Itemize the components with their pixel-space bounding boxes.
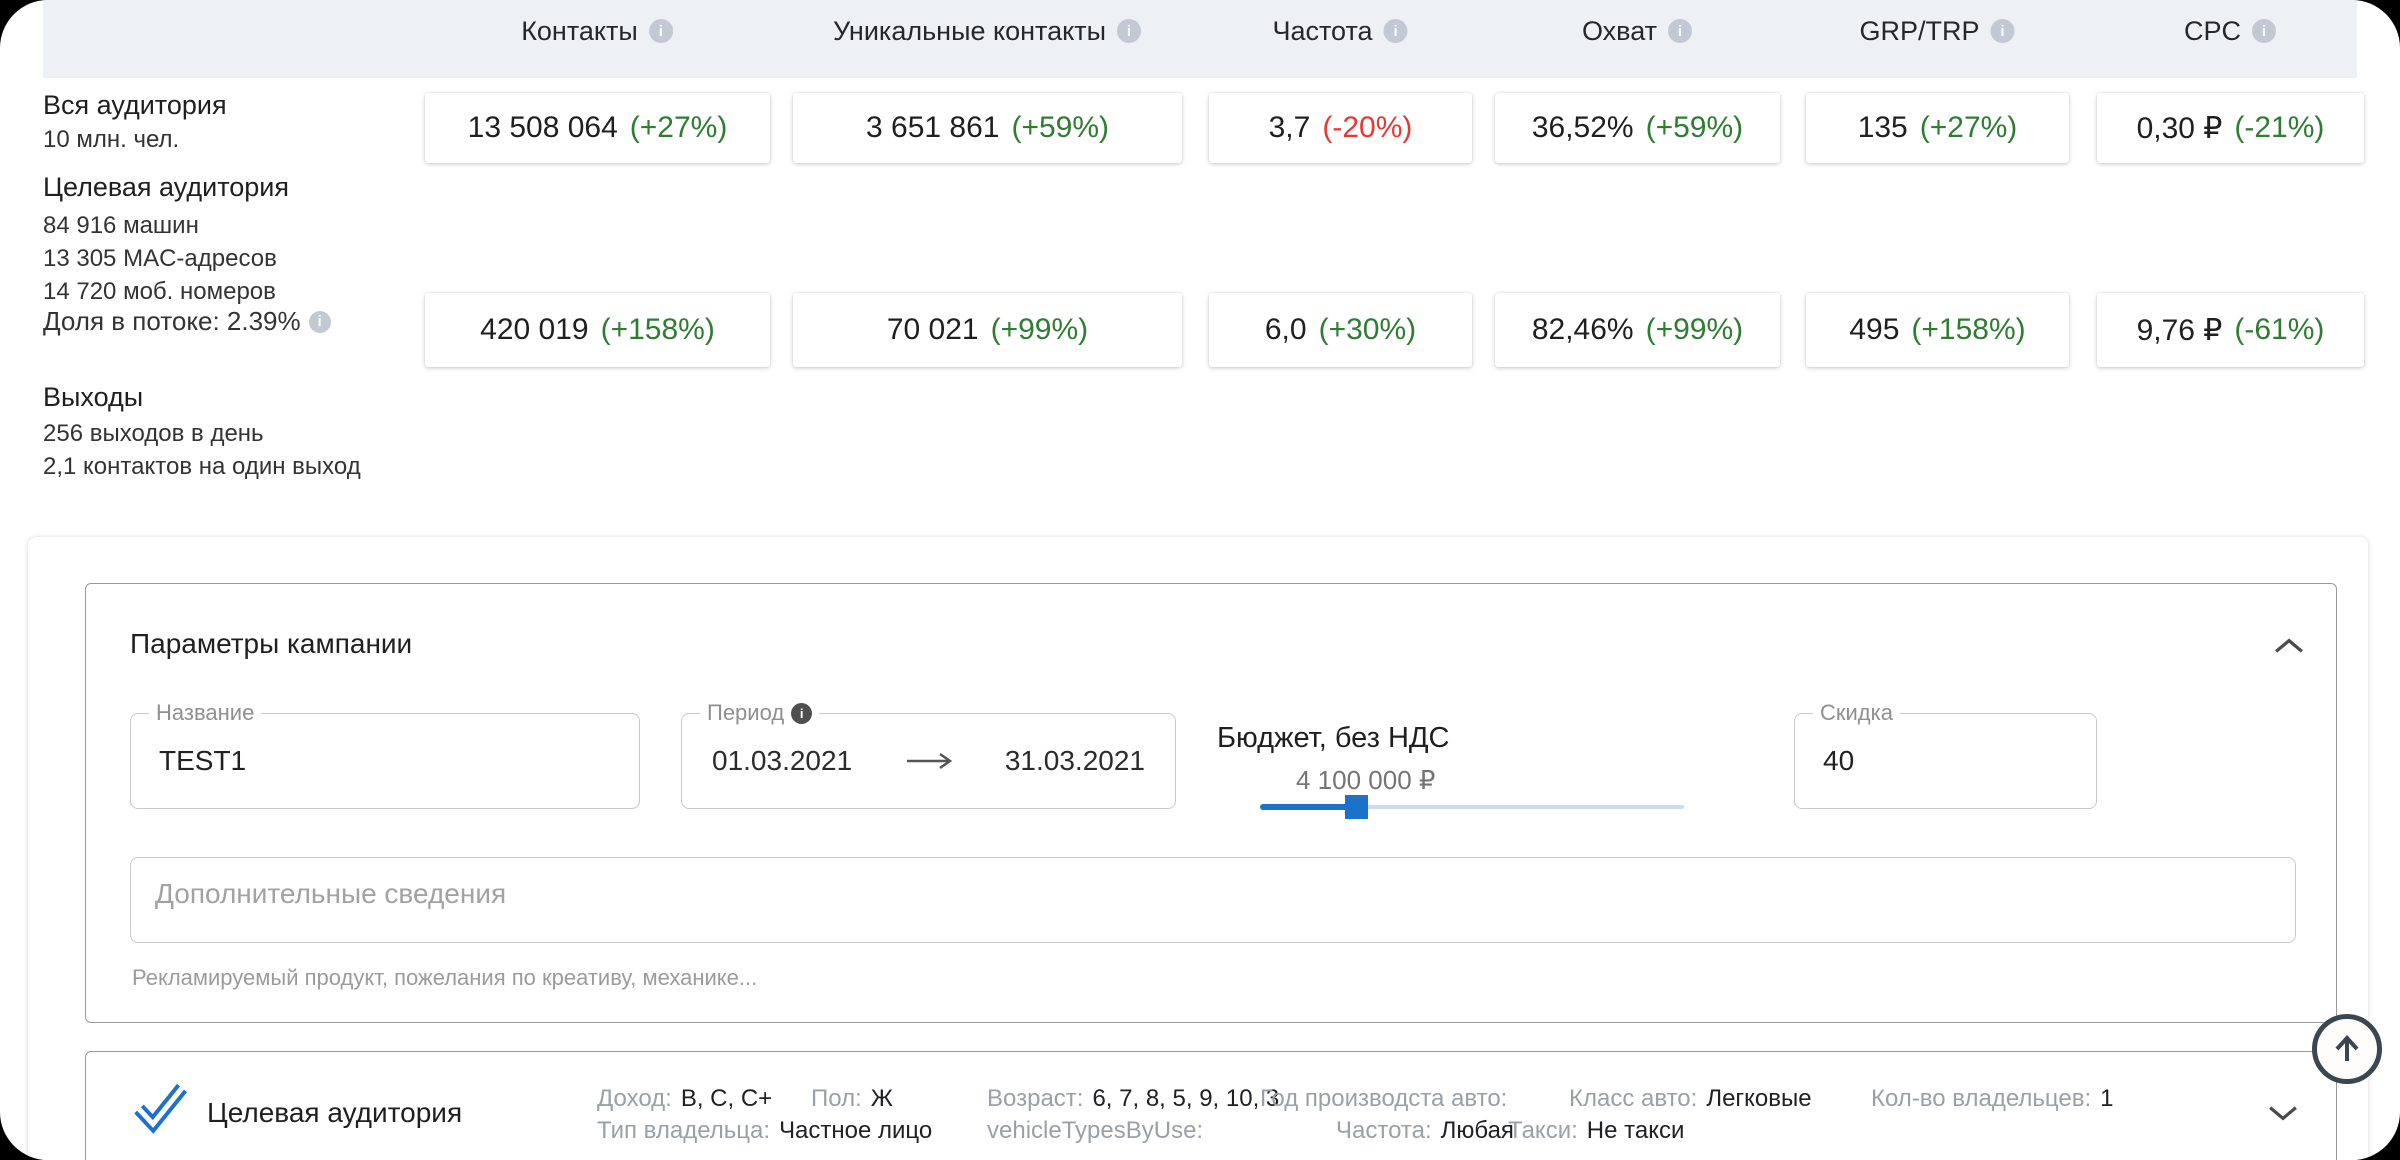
discount-field[interactable]: Скидка	[1794, 713, 2097, 809]
flow-share-row: Доля в потоке: 2.39% i	[43, 306, 331, 337]
budget-slider-fill	[1260, 804, 1356, 810]
column-label: Охват	[1582, 16, 1657, 47]
delta-badge: (+158%)	[1911, 313, 2025, 347]
campaign-period-label: Период i	[700, 700, 819, 726]
chevron-down-icon	[2268, 1105, 2298, 1121]
campaign-name-label: Название	[149, 700, 261, 726]
info-icon[interactable]: i	[649, 19, 673, 43]
column-label: Уникальные контакты	[833, 16, 1106, 47]
budget-slider[interactable]	[1260, 793, 1684, 821]
notes-textarea[interactable]	[130, 857, 2296, 943]
ta-car-class: Класс авто:Легковые	[1569, 1085, 1812, 1113]
column-label: Контакты	[521, 16, 638, 47]
delta-badge: (+59%)	[1646, 111, 1744, 145]
info-icon[interactable]: i	[1991, 19, 2015, 43]
media-planner-page: Контакты i Уникальные контакты i Частота…	[0, 0, 2400, 1160]
target-audience-cars: 84 916 машин	[43, 212, 199, 240]
discount-input[interactable]	[1795, 714, 2096, 808]
target-audience-mac: 13 305 MAC-адресов	[43, 245, 277, 273]
expand-target-audience-button[interactable]	[2268, 1105, 2298, 1126]
metric-target-cpc: 9,76 ₽ (-61%)	[2097, 293, 2364, 367]
metric-target-reach: 82,46% (+99%)	[1495, 293, 1780, 367]
period-end-date[interactable]: 31.03.2021	[1005, 745, 1145, 777]
campaign-name-input[interactable]	[131, 714, 639, 808]
metric-all-contacts: 13 508 064 (+27%)	[425, 93, 770, 163]
delta-badge: (+99%)	[1646, 313, 1744, 347]
info-icon[interactable]: i	[791, 703, 812, 724]
ta-taxi: Такси:Не такси	[1508, 1117, 1684, 1145]
scroll-to-top-button[interactable]	[2312, 1014, 2382, 1084]
ta-owner-count: Кол-во владельцев:1	[1871, 1085, 2114, 1113]
metric-all-unique: 3 651 861 (+59%)	[793, 93, 1182, 163]
all-audience-size: 10 млн. чел.	[43, 126, 179, 154]
ta-income: Доход:B, C, C+	[597, 1085, 772, 1113]
metric-target-unique: 70 021 (+99%)	[793, 293, 1182, 367]
delta-badge: (-20%)	[1322, 111, 1412, 145]
target-audience-panel-title: Целевая аудитория	[207, 1097, 462, 1129]
period-start-date[interactable]: 01.03.2021	[712, 745, 852, 777]
column-header-contacts: Контакты i	[521, 0, 673, 62]
info-icon[interactable]: i	[1384, 19, 1408, 43]
delta-badge: (+158%)	[601, 313, 715, 347]
column-header-reach: Охват i	[1582, 0, 1692, 62]
campaign-period-field[interactable]: Период i 01.03.2021 31.03.2021	[681, 713, 1176, 809]
ta-production-year: Год производста авто:	[1260, 1085, 1516, 1113]
column-header-cpc: CPC i	[2184, 0, 2276, 62]
delta-badge: (+59%)	[1011, 111, 1109, 145]
flow-share-label: Доля в потоке: 2.39%	[43, 306, 301, 337]
budget-slider-thumb[interactable]	[1345, 795, 1368, 819]
column-header-grp-trp: GRP/TRP i	[1859, 0, 2014, 62]
ta-vehicle-types: vehicleTypesByUse:	[987, 1117, 1212, 1145]
double-check-icon	[130, 1078, 190, 1134]
budget-label: Бюджет, без НДС	[1217, 722, 1449, 755]
ta-frequency: Частота:Любая	[1336, 1117, 1514, 1145]
delta-badge: (-61%)	[2234, 313, 2324, 347]
delta-badge: (+27%)	[1920, 111, 2018, 145]
outputs-per-day: 256 выходов в день	[43, 420, 264, 448]
info-icon[interactable]: i	[2252, 19, 2276, 43]
budget-slider-track[interactable]	[1367, 805, 1684, 809]
target-audience-title: Целевая аудитория	[43, 172, 289, 203]
campaign-name-field[interactable]: Название	[130, 713, 640, 809]
metric-all-grp: 135 (+27%)	[1806, 93, 2069, 163]
column-label: GRP/TRP	[1859, 16, 1979, 47]
metric-target-contacts: 420 019 (+158%)	[425, 293, 770, 367]
delta-badge: (+99%)	[991, 313, 1089, 347]
notes-helper-text: Рекламируемый продукт, пожелания по креа…	[132, 965, 757, 991]
metric-target-frequency: 6,0 (+30%)	[1209, 293, 1472, 367]
budget-amount: 4 100 000 ₽	[1296, 765, 1435, 796]
chevron-up-icon	[2274, 638, 2304, 654]
arrow-right-icon	[905, 752, 953, 770]
outputs-title: Выходы	[43, 382, 143, 413]
column-header-frequency: Частота i	[1272, 0, 1407, 62]
delta-badge: (+30%)	[1319, 313, 1417, 347]
column-header-unique-contacts: Уникальные контакты i	[833, 0, 1141, 62]
info-icon[interactable]: i	[309, 311, 331, 333]
contacts-per-output: 2,1 контактов на один выход	[43, 453, 361, 481]
metric-all-cpc: 0,30 ₽ (-21%)	[2097, 93, 2364, 163]
collapse-panel-button[interactable]	[2274, 638, 2304, 659]
metric-all-frequency: 3,7 (-20%)	[1209, 93, 1472, 163]
delta-badge: (-21%)	[2234, 111, 2324, 145]
ta-age: Возраст:6, 7, 8, 5, 9, 10, 3	[987, 1085, 1279, 1113]
column-label: CPC	[2184, 16, 2241, 47]
info-icon[interactable]: i	[1668, 19, 1692, 43]
campaign-parameters-title: Параметры кампании	[130, 628, 412, 660]
column-label: Частота	[1272, 16, 1372, 47]
info-icon[interactable]: i	[1117, 19, 1141, 43]
target-audience-phones: 14 720 моб. номеров	[43, 278, 276, 306]
ta-gender: Пол:Ж	[811, 1085, 893, 1113]
ta-owner-type: Тип владельца:Частное лицо	[597, 1117, 932, 1145]
discount-label: Скидка	[1813, 700, 1900, 726]
delta-badge: (+27%)	[630, 111, 728, 145]
arrow-up-icon	[2332, 1033, 2362, 1065]
all-audience-title: Вся аудитория	[43, 90, 227, 121]
metric-all-reach: 36,52% (+59%)	[1495, 93, 1780, 163]
metric-target-grp: 495 (+158%)	[1806, 293, 2069, 367]
